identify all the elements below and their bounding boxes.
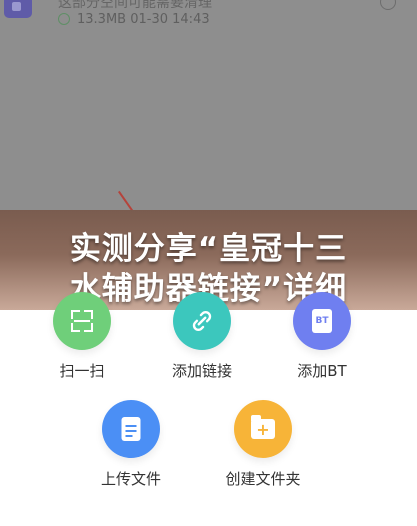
scan-label: 扫一扫 (59, 362, 105, 380)
add-link-button[interactable]: 添加链接 (147, 292, 257, 381)
create-folder-label: 创建文件夹 (225, 470, 301, 488)
folder-plus-icon: + (251, 415, 275, 439)
bt-icon: BT (312, 309, 332, 333)
video-file-icon (4, 0, 32, 18)
create-folder-button[interactable]: + 创建文件夹 (208, 400, 318, 489)
upload-file-button[interactable]: 上传文件 (76, 400, 186, 489)
add-link-label: 添加链接 (171, 362, 232, 380)
add-bt-button[interactable]: BT 添加BT (267, 292, 377, 381)
file-date: 01-30 14:43 (130, 12, 210, 27)
headline-line-1: 实测分享“皇冠十三 (69, 231, 348, 267)
file-size: 13.3MB (77, 12, 127, 27)
file-name: 这部分空间可能需要清理 (58, 0, 212, 11)
add-bt-label: 添加BT (297, 362, 347, 380)
document-icon (121, 417, 141, 441)
folder-icon-circle: + (234, 400, 292, 458)
scan-button[interactable]: 扫一扫 (27, 292, 137, 381)
upload-icon-circle (102, 400, 160, 458)
more-options-icon[interactable] (380, 0, 396, 10)
file-meta: 13.3MB 01-30 14:43 (77, 12, 210, 27)
upload-file-label: 上传文件 (100, 470, 161, 488)
link-icon (192, 310, 212, 332)
scan-icon-circle (53, 292, 111, 350)
file-row[interactable]: 这部分空间可能需要清理 13.3MB 01-30 14:43 (0, 0, 417, 38)
check-circle-icon (58, 13, 70, 25)
scan-icon (71, 310, 93, 332)
link-icon-circle (173, 292, 231, 350)
bt-icon-circle: BT (293, 292, 351, 350)
